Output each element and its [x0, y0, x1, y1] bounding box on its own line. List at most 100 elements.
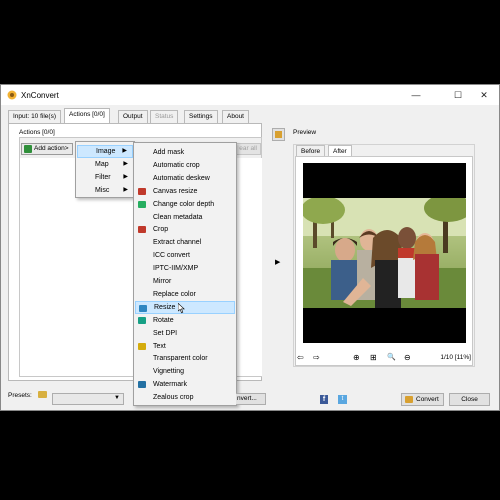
menu-item-label: Filter	[95, 174, 111, 181]
menu-item-icc-convert[interactable]: ICC convert	[135, 249, 235, 262]
menu-item-label: Rotate	[153, 316, 174, 324]
menu-item-add-mask[interactable]: Add mask	[135, 146, 235, 159]
menu-item-label: Vignetting	[153, 368, 185, 376]
toggle-preview-button[interactable]	[272, 128, 285, 141]
crop-icon	[138, 226, 146, 234]
submenu-arrow-icon: ▶	[122, 148, 127, 154]
menu-item-label: Transparent color	[153, 355, 208, 363]
maximize-button[interactable]: ☐	[445, 87, 471, 103]
folder-icon[interactable]	[38, 391, 47, 398]
menu-item-zealous-crop[interactable]: Zealous crop	[135, 391, 235, 404]
menu-item-crop[interactable]: Crop	[135, 223, 235, 236]
next-file-icon[interactable]: ⇨	[313, 354, 320, 362]
menu-item-label: Zealous crop	[153, 394, 194, 402]
add-action-label: Add action>	[34, 145, 69, 152]
tab-status[interactable]: Status	[150, 110, 179, 123]
menu-item-label: Extract channel	[153, 239, 202, 247]
convert-button[interactable]: Convert	[401, 393, 444, 406]
menu-item-watermark[interactable]: Watermark	[135, 378, 235, 391]
menu-item-label: Canvas resize	[153, 187, 198, 195]
menu-item-text[interactable]: Text	[135, 340, 235, 353]
menu-item-label: Watermark	[153, 381, 187, 389]
preview-photo	[303, 198, 466, 308]
tab-about[interactable]: About	[222, 110, 249, 123]
clear-all-button[interactable]: ear all	[233, 143, 261, 155]
menu-item-vignetting[interactable]: Vignetting	[135, 365, 235, 378]
zoom-out-icon[interactable]: ⊖	[404, 354, 411, 362]
menu-item-mirror[interactable]: Mirror	[135, 275, 235, 288]
menu-item-rotate[interactable]: Rotate	[135, 314, 235, 327]
menu-item-label: Replace color	[153, 290, 196, 298]
menu-item-label: Add mask	[153, 149, 185, 156]
menu-item-image[interactable]: Image ▶	[77, 145, 133, 158]
close-button[interactable]: Close	[449, 393, 490, 406]
convert-settings-button[interactable]: nvert...	[236, 393, 266, 405]
add-action-menu: Image ▶ Map ▶ Filter ▶ Misc ▶	[75, 141, 135, 198]
menu-item-set-dpi[interactable]: Set DPI	[135, 327, 235, 340]
text-icon	[138, 342, 146, 350]
menu-item-label: Image	[96, 148, 116, 155]
fit-to-window-icon[interactable]: ⊞	[370, 354, 377, 362]
menu-item-automatic-crop[interactable]: Automatic crop	[135, 159, 235, 172]
convert-icon	[405, 396, 413, 403]
preview-group-label: Preview	[293, 129, 317, 136]
tab-output[interactable]: Output	[118, 110, 148, 123]
menu-item-label: Map	[95, 161, 109, 168]
resize-icon	[139, 304, 147, 312]
presets-label: Presets:	[8, 392, 32, 399]
menu-item-label: Change color depth	[153, 200, 215, 208]
page-info: 1/10 [11%]	[440, 354, 471, 361]
image-actions-menu: Add mask Automatic crop Automatic deskew Ca…	[133, 142, 237, 406]
twitter-icon[interactable]: t	[338, 395, 347, 404]
menu-item-extract-channel[interactable]: Extract channel	[135, 236, 235, 249]
menu-item-label: Set DPI	[153, 329, 178, 337]
presets-dropdown[interactable]: ▼	[52, 393, 124, 405]
zoom-icon[interactable]: 🔍	[387, 354, 396, 362]
submenu-arrow-icon: ▶	[123, 161, 128, 167]
close-window-button[interactable]: ✕	[471, 87, 497, 103]
menu-item-resize[interactable]: Resize	[135, 300, 235, 314]
menu-item-filter[interactable]: Filter ▶	[77, 171, 133, 184]
menu-item-label: Automatic deskew	[153, 174, 210, 182]
actions-group-label: Actions [0/0]	[19, 129, 55, 136]
preview-toggle-arrow-icon[interactable]: ▶	[275, 258, 280, 266]
submenu-arrow-icon: ▶	[123, 174, 128, 180]
menu-item-iptc-iim-xmp[interactable]: IPTC-IIM/XMP	[135, 262, 235, 275]
menu-item-replace-color[interactable]: Replace color	[135, 288, 235, 301]
title-bar: XnConvert — ☐ ✕	[1, 85, 499, 105]
watermark-icon	[138, 381, 146, 389]
facebook-icon[interactable]: f	[320, 395, 328, 404]
menu-item-canvas-resize[interactable]: Canvas resize	[135, 185, 235, 198]
tab-settings[interactable]: Settings	[184, 110, 218, 123]
menu-item-label: Misc	[95, 187, 110, 194]
tab-actions[interactable]: Actions [0/0]	[64, 108, 110, 123]
convert-label: Convert	[416, 396, 439, 403]
menu-item-map[interactable]: Map ▶	[77, 158, 133, 171]
menu-item-transparent-color[interactable]: Transparent color	[135, 352, 235, 365]
preview-toolbar: ⇦ ⇨ ⊕ ⊞ 🔍 ⊖ 1/10 [11%]	[295, 351, 473, 365]
submenu-arrow-icon: ▶	[123, 187, 128, 193]
tab-input[interactable]: Input: 10 file(s)	[8, 110, 61, 123]
menu-item-label: ICC convert	[153, 252, 190, 260]
rotate-icon	[138, 316, 146, 324]
mouse-cursor-icon	[178, 302, 185, 314]
window-title: XnConvert	[21, 91, 59, 100]
chevron-down-icon: ▼	[114, 395, 120, 401]
add-action-icon	[24, 145, 32, 153]
color-depth-icon	[138, 200, 146, 208]
minimize-button[interactable]: —	[403, 87, 429, 103]
menu-item-label: Clean metadata	[153, 213, 203, 221]
menu-item-clean-metadata[interactable]: Clean metadata	[135, 211, 235, 224]
menu-item-label: Text	[153, 342, 166, 350]
menu-item-automatic-deskew[interactable]: Automatic deskew	[135, 172, 235, 185]
previous-file-icon[interactable]: ⇦	[297, 354, 304, 362]
menu-item-change-color-depth[interactable]: Change color depth	[135, 198, 235, 211]
preview-icon	[275, 131, 282, 138]
menu-item-label: Resize	[154, 303, 176, 311]
xnconvert-logo-icon	[7, 90, 17, 100]
canvas-icon	[138, 187, 146, 195]
zoom-in-icon[interactable]: ⊕	[353, 354, 360, 362]
add-action-button[interactable]: Add action>	[21, 143, 73, 155]
menu-item-label: IPTC-IIM/XMP	[153, 265, 199, 273]
menu-item-misc[interactable]: Misc ▶	[77, 184, 133, 197]
